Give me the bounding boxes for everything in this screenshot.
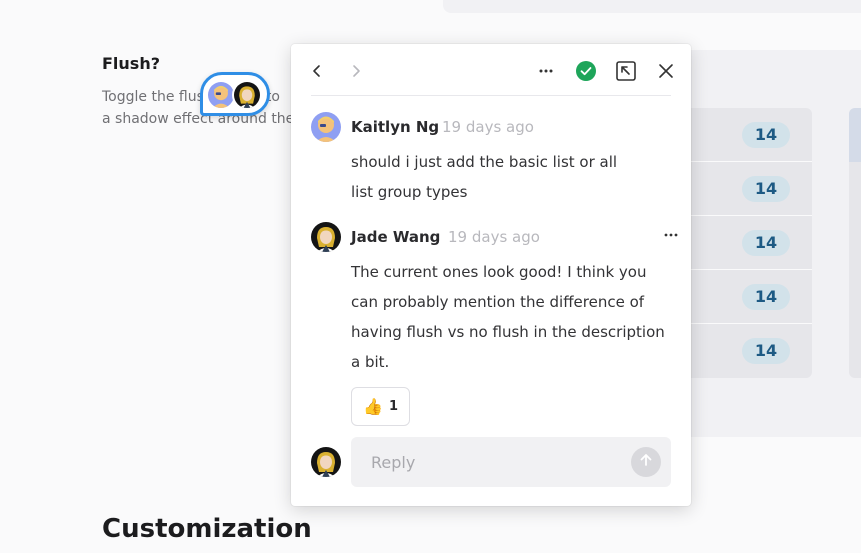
avatar-jade bbox=[311, 222, 341, 252]
comment-timestamp: 19 days ago bbox=[448, 228, 540, 246]
count-badge: 14 bbox=[742, 284, 790, 310]
comment-body-line: should i just add the basic list or all bbox=[351, 153, 618, 171]
send-reply-button[interactable] bbox=[631, 447, 661, 477]
comment-body-line: The current ones look good! I think you bbox=[351, 263, 647, 281]
avatar-current-user bbox=[311, 447, 341, 477]
comment-body-line: can probably mention the difference of bbox=[351, 293, 645, 311]
comment-body-line: a bit. bbox=[351, 353, 390, 371]
comment-body-line: having flush vs no flush in the descript… bbox=[351, 323, 665, 341]
expand-icon bbox=[615, 60, 637, 86]
count-badge: 14 bbox=[742, 122, 790, 148]
popup-toolbar bbox=[311, 56, 673, 96]
chevron-right-icon bbox=[348, 63, 364, 83]
comment-options-button[interactable] bbox=[659, 228, 683, 246]
check-circle-icon bbox=[575, 60, 597, 86]
comment-pin[interactable] bbox=[200, 72, 270, 116]
previous-thread-button[interactable] bbox=[304, 60, 330, 86]
reply-box bbox=[351, 437, 671, 487]
comment-thread-popup: Kaitlyn Ng 19 days ago should i just add… bbox=[291, 44, 691, 506]
reaction-count: 1 bbox=[388, 399, 398, 414]
expand-thread-button[interactable] bbox=[613, 60, 639, 86]
comment-author: Kaitlyn Ng bbox=[351, 118, 440, 136]
reaction-thumbs-up[interactable]: 👍 1 bbox=[351, 387, 410, 426]
comment-body-line: list group types bbox=[351, 183, 468, 201]
count-badge: 14 bbox=[742, 230, 790, 256]
reply-input[interactable] bbox=[351, 437, 621, 487]
more-horizontal-icon bbox=[538, 63, 554, 83]
section-title: Flush? bbox=[102, 54, 160, 73]
thumbs-up-icon: 👍 bbox=[363, 397, 383, 416]
customization-heading: Customization bbox=[102, 514, 312, 544]
next-thread-button[interactable] bbox=[343, 60, 369, 86]
comment-body: should i just add the basic list or all … bbox=[351, 147, 673, 207]
comment-timestamp: 19 days ago bbox=[442, 118, 534, 136]
count-badge: 14 bbox=[742, 338, 790, 364]
arrow-up-icon bbox=[638, 452, 654, 472]
resolve-thread-button[interactable] bbox=[573, 60, 599, 86]
comment-author: Jade Wang bbox=[351, 228, 441, 246]
close-icon bbox=[657, 62, 675, 84]
more-horizontal-icon bbox=[663, 227, 679, 247]
close-thread-button[interactable] bbox=[653, 60, 679, 86]
list-group-preview-flush bbox=[849, 108, 861, 378]
avatar-kaitlyn bbox=[311, 112, 341, 142]
thread-options-button[interactable] bbox=[533, 60, 559, 86]
count-badge: 14 bbox=[742, 176, 790, 202]
top-panel bbox=[443, 0, 861, 13]
comment-body: The current ones look good! I think you … bbox=[351, 257, 673, 377]
chevron-left-icon bbox=[309, 63, 325, 83]
avatar-jade bbox=[232, 80, 262, 110]
active-list-item bbox=[849, 108, 861, 162]
